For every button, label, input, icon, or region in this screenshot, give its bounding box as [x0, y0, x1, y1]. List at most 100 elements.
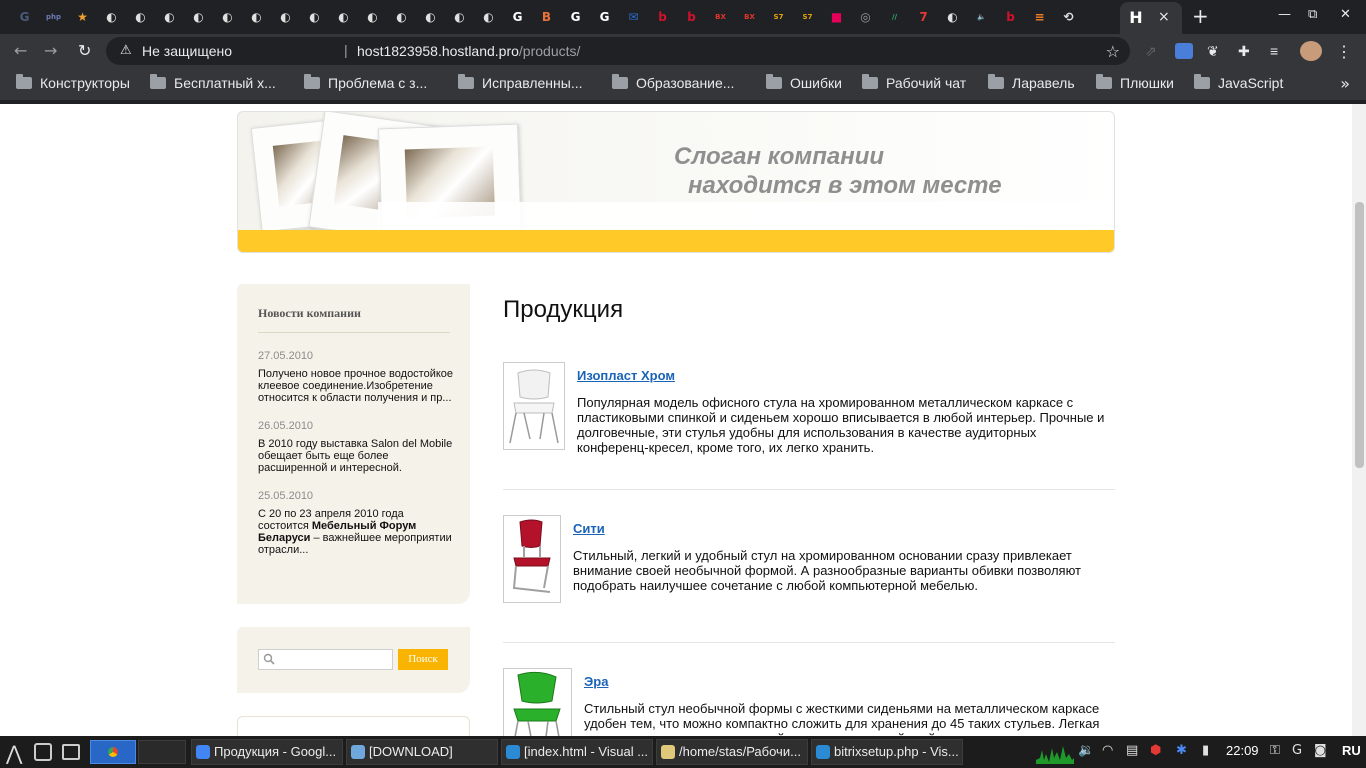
taskbar-window[interactable]: /home/stas/Рабочи... — [656, 739, 808, 765]
browser-tab[interactable]: ⟲ — [1054, 4, 1083, 30]
extensions-puzzle-icon[interactable]: ✚ — [1238, 43, 1256, 59]
browser-tab[interactable]: G — [590, 4, 619, 30]
minimize-icon[interactable]: — — [1278, 7, 1291, 22]
profile-avatar[interactable] — [1300, 41, 1322, 61]
warning-icon[interactable]: ⚠ — [120, 43, 132, 58]
bookmark-item[interactable]: Образование... — [612, 74, 734, 91]
browser-tab[interactable]: ◐ — [358, 4, 387, 30]
browser-tab[interactable]: ✉ — [619, 4, 648, 30]
taskbar-window[interactable]: Продукция - Googl... — [191, 739, 343, 765]
scrollbar-thumb[interactable] — [1355, 202, 1364, 468]
browser-tab[interactable]: b — [996, 4, 1025, 30]
bookmark-item[interactable]: Бесплатный х... — [150, 74, 276, 91]
browser-tab[interactable]: ◐ — [300, 4, 329, 30]
browser-tab[interactable]: ◐ — [329, 4, 358, 30]
browser-tab[interactable]: S7 — [793, 4, 822, 30]
taskbar-window[interactable]: [index.html - Visual ... — [501, 739, 653, 765]
bookmark-item[interactable]: Рабочий чат — [862, 74, 966, 91]
lock-icon[interactable]: ⚿ — [1270, 743, 1280, 758]
taskbar-window[interactable]: bitrixsetup.php - Vis... — [811, 739, 963, 765]
security-label[interactable]: Не защищено — [142, 43, 232, 59]
share-icon[interactable]: ⇗ — [1145, 43, 1163, 59]
bookmark-item[interactable]: JavaScript — [1194, 74, 1283, 91]
product-thumbnail[interactable] — [503, 668, 572, 736]
browser-tab[interactable]: ◎ — [851, 4, 880, 30]
browser-tab[interactable]: ◐ — [242, 4, 271, 30]
browser-tab[interactable]: ◐ — [97, 4, 126, 30]
reload-icon[interactable]: ↻ — [78, 42, 91, 60]
media-control-icon[interactable]: ≡ — [1270, 43, 1288, 59]
volume-icon[interactable]: 🔉 — [1078, 743, 1094, 758]
new-tab-button[interactable]: + — [1192, 6, 1209, 26]
search-button[interactable]: Поиск — [398, 649, 448, 670]
browser-tab[interactable]: b — [677, 4, 706, 30]
taskbar-window[interactable]: [DOWNLOAD] — [346, 739, 498, 765]
browser-tab[interactable]: ◐ — [416, 4, 445, 30]
browser-tab[interactable]: G — [561, 4, 590, 30]
browser-tab[interactable]: ■ — [822, 4, 851, 30]
news-item[interactable]: 25.05.2010 С 20 по 23 апреля 2010 года с… — [258, 490, 456, 556]
start-menu-icon[interactable]: ⋀ — [6, 741, 28, 765]
browser-tab[interactable]: ≡ — [1025, 4, 1054, 30]
maximize-icon[interactable]: ⧉ — [1308, 7, 1317, 22]
bookmark-item[interactable]: Проблема с з... — [304, 74, 427, 91]
active-tab[interactable]: H × — [1120, 2, 1182, 34]
browser-tab[interactable]: ◐ — [445, 4, 474, 30]
translate-extension-icon[interactable] — [1175, 43, 1193, 59]
browser-tab[interactable]: // — [880, 4, 909, 30]
address-bar[interactable]: ⚠ Не защищено | host1823958.hostland.pro… — [106, 37, 1130, 65]
forward-arrow-icon[interactable]: → — [44, 42, 57, 60]
browser-tab[interactable]: G — [10, 4, 39, 30]
product-thumbnail[interactable] — [503, 515, 561, 603]
browser-tab[interactable]: 🔈 — [967, 4, 996, 30]
browser-tab[interactable]: ◐ — [155, 4, 184, 30]
bookmark-item[interactable]: Плюшки — [1096, 74, 1174, 91]
browser-tab[interactable]: 7 — [909, 4, 938, 30]
browser-tab[interactable]: ◐ — [387, 4, 416, 30]
browser-tab[interactable]: b — [648, 4, 677, 30]
extension-paw-icon[interactable]: ❦ — [1207, 43, 1225, 59]
search-input[interactable] — [258, 649, 393, 670]
browser-tab[interactable]: ◐ — [938, 4, 967, 30]
bookmark-item[interactable]: Конструкторы — [16, 74, 130, 91]
bookmarks-more-icon[interactable]: » — [1340, 74, 1350, 93]
bookmark-item[interactable]: Исправленны... — [458, 74, 582, 91]
browser-tab[interactable]: BX — [735, 4, 764, 30]
screenshot-icon[interactable]: ◙ — [1314, 743, 1327, 758]
bookmark-item[interactable]: Ларавель — [988, 74, 1075, 91]
product-thumbnail[interactable] — [503, 362, 565, 450]
bluetooth-icon[interactable]: ✱ — [1176, 743, 1187, 758]
browser-tab[interactable]: B — [532, 4, 561, 30]
news-text[interactable]: Получено новое прочное водостойкое клеев… — [258, 368, 456, 404]
news-text[interactable]: В 2010 году выставка Salon del Mobile об… — [258, 438, 456, 474]
google-icon[interactable]: G — [1292, 743, 1302, 758]
taskbar-clock[interactable]: 22:09 — [1226, 743, 1259, 758]
news-item[interactable]: 27.05.2010 Получено новое прочное водост… — [258, 350, 456, 404]
news-text[interactable]: С 20 по 23 апреля 2010 года состоится Ме… — [258, 508, 456, 556]
browser-tab[interactable]: BX — [706, 4, 735, 30]
clipboard-icon[interactable]: ▤ — [1126, 743, 1138, 758]
page-scrollbar[interactable] — [1352, 104, 1366, 736]
browser-tab[interactable]: ◐ — [126, 4, 155, 30]
bookmark-star-icon[interactable]: ☆ — [1106, 42, 1120, 61]
taskbar-empty-slot[interactable] — [138, 740, 186, 764]
product-name-link[interactable]: Изопласт Хром — [577, 368, 675, 383]
browser-tab[interactable]: php — [39, 4, 68, 30]
browser-tab[interactable]: ◐ — [474, 4, 503, 30]
keyboard-layout[interactable]: RU — [1342, 743, 1361, 758]
news-item[interactable]: 26.05.2010 В 2010 году выставка Salon de… — [258, 420, 456, 474]
back-arrow-icon[interactable]: ← — [14, 42, 27, 60]
url-text[interactable]: host1823958.hostland.pro/products/ — [357, 43, 580, 59]
close-window-icon[interactable]: ✕ — [1340, 7, 1351, 22]
browser-tab[interactable]: ★ — [68, 4, 97, 30]
product-name-link[interactable]: Эра — [584, 674, 608, 689]
wifi-icon[interactable]: ◠ — [1102, 743, 1113, 758]
bookmark-item[interactable]: Ошибки — [766, 74, 842, 91]
browser-tab[interactable]: ◐ — [184, 4, 213, 30]
menu-dots-icon[interactable]: ⋮ — [1336, 42, 1354, 61]
file-manager-icon[interactable] — [34, 743, 52, 761]
browser-tab[interactable]: ◐ — [271, 4, 300, 30]
browser-tab[interactable]: G — [503, 4, 532, 30]
desktop-icon[interactable] — [62, 744, 80, 760]
shield-icon[interactable]: ⬢ — [1150, 743, 1161, 758]
